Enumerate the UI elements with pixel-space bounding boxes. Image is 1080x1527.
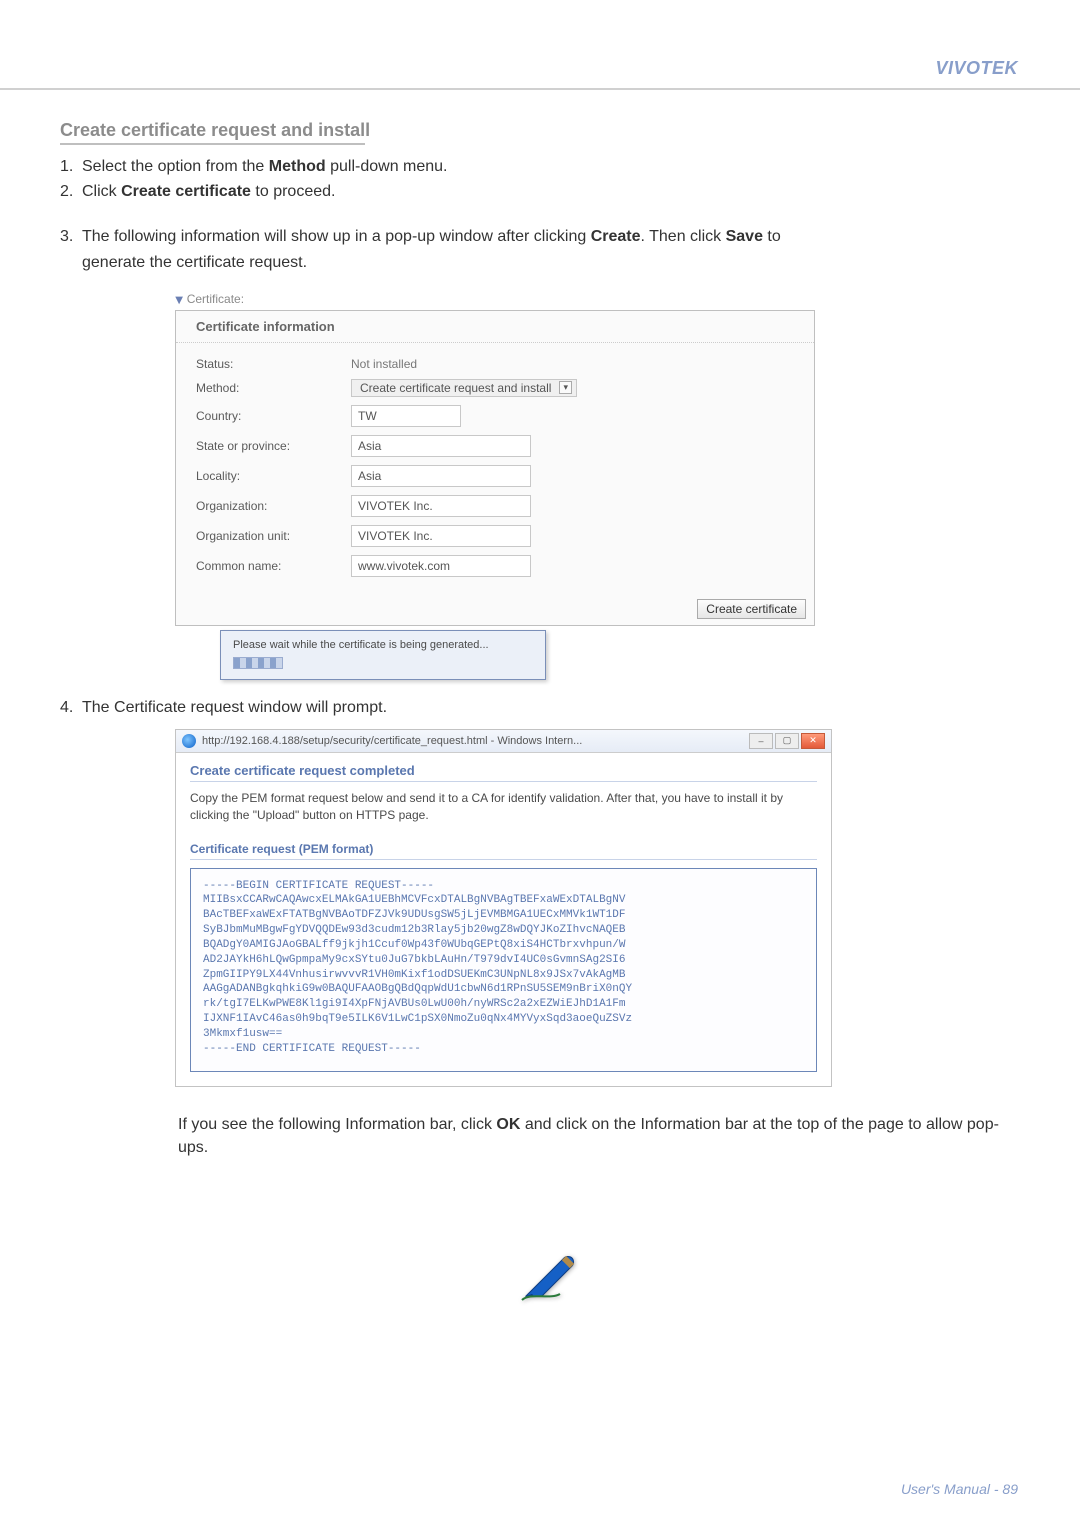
minimize-button[interactable]: – (749, 733, 773, 749)
text: to (763, 228, 781, 245)
text: The following information will show up i… (82, 228, 591, 245)
footer-label: User's Manual - (901, 1481, 1002, 1497)
country-input[interactable]: TW (351, 405, 461, 427)
method-select[interactable]: Create certificate request and install ▾ (351, 379, 577, 397)
pem-line: AAGgADANBgkqhkiG9w0BAQUFAAOBgQBdQqpWdU1c… (203, 982, 804, 997)
pem-line: AD2JAYkH6hLQwGpmpaMy9cxSYtu0JuG7bkbLAuHn… (203, 953, 804, 968)
pen-icon (520, 1250, 580, 1307)
pem-desc: Copy the PEM format request below and se… (190, 790, 817, 824)
text: The Certificate request window will prom… (82, 699, 387, 716)
chevron-down-icon: ▶ (173, 296, 184, 304)
create-certificate-button[interactable]: Create certificate (697, 599, 806, 619)
chevron-down-icon: ▾ (559, 381, 572, 394)
step-3-line2: generate the certificate request. (82, 251, 1020, 274)
pem-window: http://192.168.4.188/setup/security/cert… (175, 729, 832, 1087)
cn-label: Common name: (196, 559, 351, 573)
pem-line: 3Mkmxf1usw== (203, 1027, 804, 1042)
org-label: Organization: (196, 499, 351, 513)
post-note: If you see the following Information bar… (178, 1113, 1020, 1159)
ie-favicon-icon (182, 734, 196, 748)
pem-title: Create certificate request completed (190, 763, 817, 782)
brand-logo: VIVOTEK (935, 58, 1018, 79)
certificate-expand[interactable]: ▶Certificate: (175, 292, 815, 306)
footer: User's Manual - 89 (901, 1481, 1018, 1497)
step-1: 1.Select the option from the Method pull… (60, 155, 1020, 178)
cert-info-header: Certificate information (176, 311, 814, 343)
state-label: State or province: (196, 439, 351, 453)
text: to proceed. (251, 183, 336, 200)
pem-line: -----END CERTIFICATE REQUEST----- (203, 1042, 804, 1057)
progress-bar (233, 657, 283, 669)
bold: Create certificate (121, 183, 251, 200)
text: Select the option from the (82, 158, 269, 175)
pem-line: ZpmGIIPY9LX44VnhusirwvvvR1VH0mKixf1odDSU… (203, 968, 804, 983)
pem-line: IJXNF1IAvC46as0h9bqT9e5ILK6V1LwC1pSX0Nmo… (203, 1012, 804, 1027)
pem-line: MIIBsxCCARwCAQAwcxELMAkGA1UEBhMCVFcxDTAL… (203, 893, 804, 908)
org-input[interactable]: VIVOTEK Inc. (351, 495, 531, 517)
bold: OK (496, 1116, 520, 1133)
section-underline (60, 143, 365, 145)
maximize-button[interactable]: ▢ (775, 733, 799, 749)
text: pull-down menu. (326, 158, 448, 175)
pem-line: SyBJbmMuMBgwFgYDVQQDEw93d3cudm12b3Rlay5j… (203, 923, 804, 938)
country-label: Country: (196, 409, 351, 423)
pem-line: rk/tgI7ELKwPWE8Kl1gi9I4XpFNjAVBUs0LwU00h… (203, 997, 804, 1012)
locality-label: Locality: (196, 469, 351, 483)
ou-input[interactable]: VIVOTEK Inc. (351, 525, 531, 547)
state-input[interactable]: Asia (351, 435, 531, 457)
pem-line: -----BEGIN CERTIFICATE REQUEST----- (203, 879, 804, 894)
method-value: Create certificate request and install (360, 381, 551, 395)
step-3: 3.The following information will show up… (60, 225, 1020, 248)
pem-line: BAcTBEFxaWExFTATBgNVBAoTDFZJVk9UDUsgSW5j… (203, 908, 804, 923)
method-label: Method: (196, 381, 351, 395)
wait-message: Please wait while the certificate is bei… (233, 639, 533, 651)
page-number: 89 (1002, 1481, 1018, 1497)
expand-label: Certificate: (187, 292, 244, 306)
pem-line: BQADgY0AMIGJAoGBALff9jkjh1Ccuf0Wp43f0WUb… (203, 938, 804, 953)
status-label: Status: (196, 357, 351, 371)
step-4: 4.The Certificate request window will pr… (60, 696, 1020, 719)
locality-input[interactable]: Asia (351, 465, 531, 487)
section-title: Create certificate request and install (60, 120, 1020, 141)
ou-label: Organization unit: (196, 529, 351, 543)
bold: Save (726, 228, 763, 245)
pem-sub: Certificate request (PEM format) (190, 842, 817, 860)
ie-url: http://192.168.4.188/setup/security/cert… (202, 735, 582, 747)
pem-text[interactable]: -----BEGIN CERTIFICATE REQUEST----- MIIB… (190, 868, 817, 1072)
text: Click (82, 183, 121, 200)
cn-input[interactable]: www.vivotek.com (351, 555, 531, 577)
step-2: 2.Click Create certificate to proceed. (60, 180, 1020, 203)
wait-popup: Please wait while the certificate is bei… (220, 630, 546, 680)
ie-titlebar[interactable]: http://192.168.4.188/setup/security/cert… (176, 730, 831, 753)
bold: Method (269, 158, 326, 175)
text: . Then click (641, 228, 726, 245)
text: If you see the following Information bar… (178, 1116, 496, 1133)
status-value: Not installed (351, 357, 794, 371)
close-button[interactable]: ✕ (801, 733, 825, 749)
bold: Create (591, 228, 641, 245)
